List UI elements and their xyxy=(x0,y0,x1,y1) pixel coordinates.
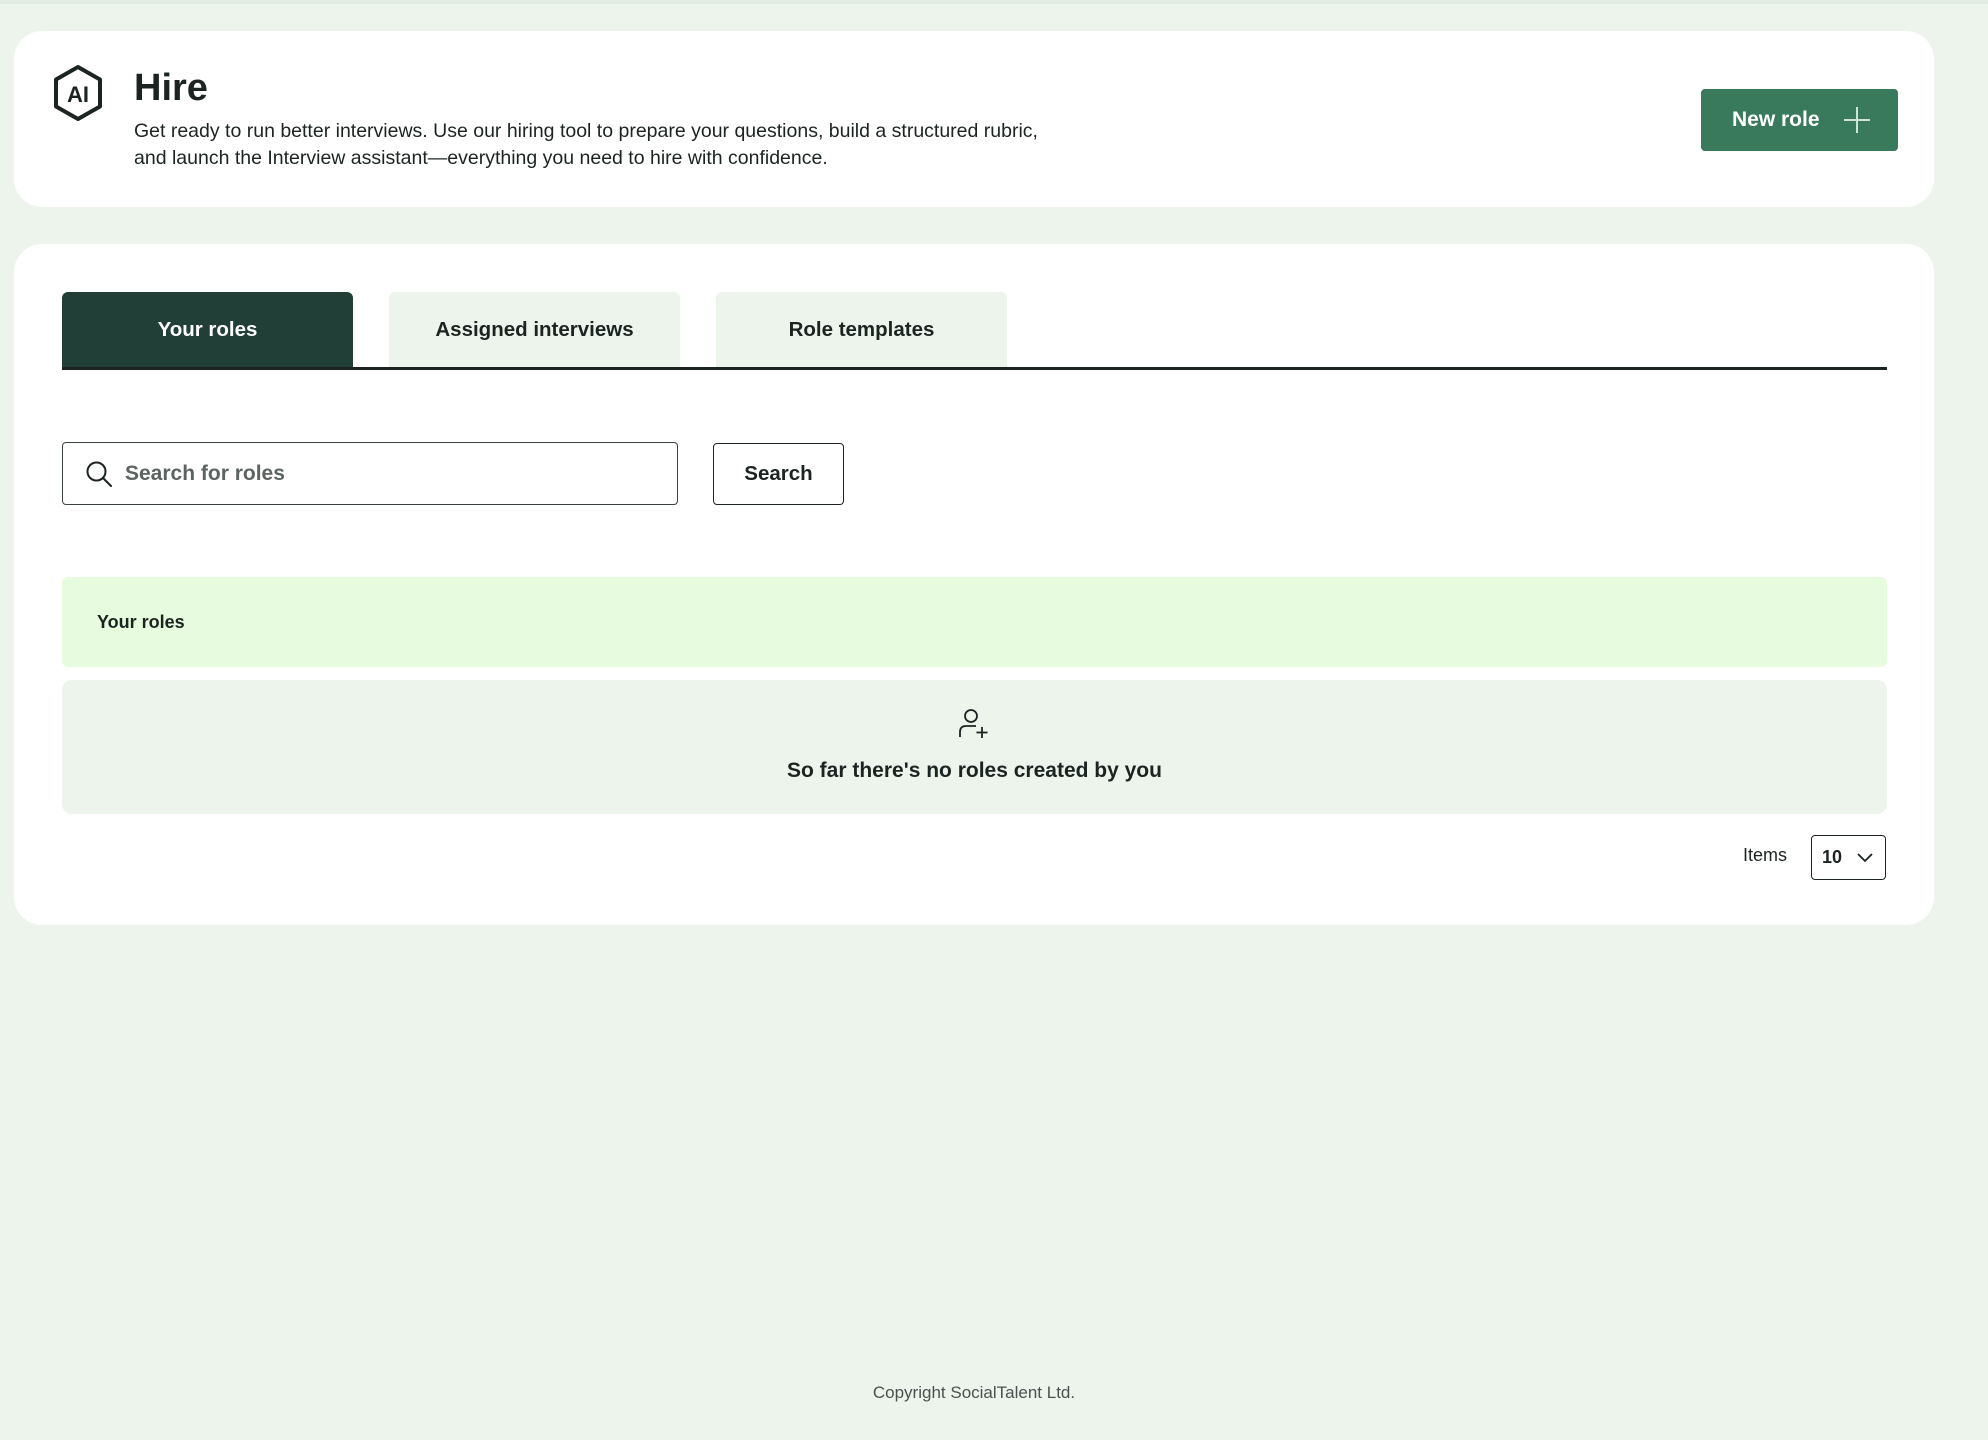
empty-state-message: So far there's no roles created by you xyxy=(787,759,1162,782)
roles-card: Your roles Assigned interviews Role temp… xyxy=(14,244,1934,925)
tab-role-templates[interactable]: Role templates xyxy=(716,292,1007,367)
tab-bar: Your roles Assigned interviews Role temp… xyxy=(62,292,1887,370)
empty-state: So far there's no roles created by you xyxy=(62,680,1887,814)
tab-your-roles[interactable]: Your roles xyxy=(62,292,353,367)
items-per-page-label: Items xyxy=(1743,845,1788,865)
search-icon xyxy=(86,461,112,487)
search-button[interactable]: Search xyxy=(713,443,844,505)
new-role-button[interactable]: New role xyxy=(1701,89,1898,151)
ai-logo-text: AI xyxy=(67,82,89,107)
footer-copyright: Copyright SocialTalent Ltd. xyxy=(872,1383,1076,1402)
items-per-page-value: 10 xyxy=(1822,847,1843,867)
header-card: AI Hire Get ready to run better intervie… xyxy=(14,31,1934,207)
plus-icon xyxy=(1844,107,1870,133)
chevron-down-icon xyxy=(1857,852,1873,862)
tab-assigned-interviews[interactable]: Assigned interviews xyxy=(389,292,680,367)
new-role-label: New role xyxy=(1732,108,1820,131)
ai-logo-icon: AI xyxy=(54,65,102,121)
user-plus-icon xyxy=(959,709,988,738)
search-input[interactable] xyxy=(125,461,645,486)
page-description: Get ready to run better interviews. Use … xyxy=(134,120,1038,169)
roles-section-title: Your roles xyxy=(97,611,185,632)
search-box xyxy=(62,442,678,505)
page-title: Hire xyxy=(134,67,208,109)
roles-section-header: Your roles xyxy=(62,577,1887,667)
top-strip xyxy=(0,0,1988,4)
items-per-page-select[interactable]: 10 xyxy=(1811,835,1886,880)
